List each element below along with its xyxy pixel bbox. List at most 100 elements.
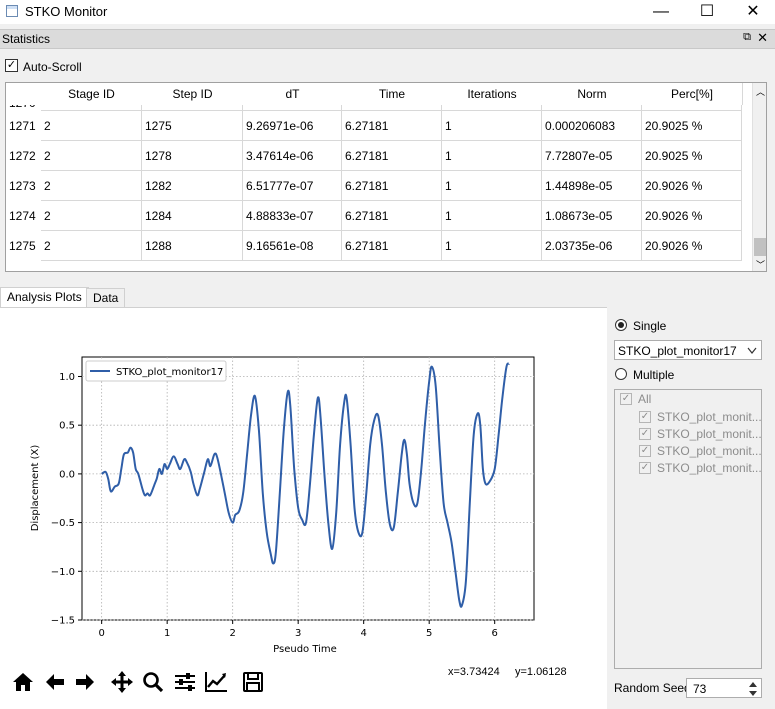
table-cell[interactable]: 0.000206083	[542, 111, 642, 141]
table-cell[interactable]: 2	[41, 141, 142, 171]
table-cell[interactable]: 2	[41, 171, 142, 201]
column-header[interactable]: Norm	[542, 83, 643, 105]
statistics-dock-header: Statistics ⧉ ✕	[0, 29, 775, 49]
forward-arrow-icon[interactable]	[72, 670, 98, 694]
edit-axis-icon[interactable]	[203, 670, 229, 694]
table-cell[interactable]: 9.26971e-06	[243, 111, 342, 141]
x-tick-label: 4	[360, 628, 366, 639]
column-header[interactable]: Perc[%]	[642, 83, 743, 105]
table-cell[interactable]: 1	[442, 231, 542, 261]
table-cell[interactable]: 20.9025 %	[642, 141, 742, 171]
row-header: 1272	[9, 149, 36, 163]
plot-item-checkbox[interactable]: ✓	[639, 411, 651, 423]
maximize-button[interactable]: ☐	[684, 0, 730, 24]
y-axis-label: Displacement (X)	[30, 445, 41, 532]
plot-item-checkbox[interactable]: ✓	[639, 428, 651, 440]
table-cell[interactable]: 20.9025 %	[642, 111, 742, 141]
autoscroll-checkbox[interactable]: ✓	[5, 59, 18, 72]
table-cell[interactable]: 1275	[142, 111, 243, 141]
table-cell[interactable]: 1	[442, 201, 542, 231]
plot-item-checkbox[interactable]: ✓	[639, 445, 651, 457]
row-header: 1274	[9, 209, 36, 223]
table-cell[interactable]: 6.27181	[342, 201, 442, 231]
table-cell[interactable]: 2	[41, 201, 142, 231]
table-cell[interactable]: 20.9026 %	[642, 231, 742, 261]
table-cell[interactable]: 20.9026 %	[642, 171, 742, 201]
table-cell[interactable]: 1.44898e-05	[542, 171, 642, 201]
table-cell[interactable]: 6.27181	[342, 231, 442, 261]
column-header[interactable]: Step ID	[142, 83, 244, 105]
tab-data[interactable]: Data	[86, 288, 126, 308]
table-cell[interactable]: 7.72807e-05	[542, 141, 642, 171]
plot-item-label: STKO_plot_monit...	[657, 461, 762, 475]
home-icon[interactable]	[10, 670, 36, 694]
table-cell[interactable]: 6.27181	[342, 111, 442, 141]
tab-analysis-plots[interactable]: Analysis Plots	[0, 287, 89, 308]
column-header[interactable]: dT	[243, 83, 343, 105]
single-plot-dropdown-value: STKO_plot_monitor17	[618, 344, 737, 358]
table-cell[interactable]: 3.47614e-06	[243, 141, 342, 171]
y-tick-label: 0.0	[59, 469, 75, 480]
table-vertical-scrollbar[interactable]: ︿ ﹀	[752, 83, 766, 271]
multiple-radio[interactable]	[615, 368, 627, 380]
single-radio[interactable]	[615, 319, 627, 331]
y-tick-label: −1.0	[51, 567, 75, 578]
column-header[interactable]: Time	[342, 83, 443, 105]
all-checkbox[interactable]: ✓	[620, 393, 632, 405]
dock-close-icon[interactable]: ✕	[757, 30, 768, 46]
table-cell[interactable]: 1284	[142, 201, 243, 231]
table-cell[interactable]: 6.51777e-07	[243, 171, 342, 201]
table-cell[interactable]: 1288	[142, 231, 243, 261]
x-tick-label: 2	[229, 628, 235, 639]
scroll-down-arrow-icon[interactable]: ﹀	[756, 258, 765, 271]
scroll-up-arrow-icon[interactable]: ︿	[756, 85, 765, 98]
table-cell[interactable]: 20.9026 %	[642, 201, 742, 231]
table-cell[interactable]: 9.16561e-08	[243, 231, 342, 261]
table-cell[interactable]: 1278	[142, 141, 243, 171]
pan-move-icon[interactable]	[109, 670, 135, 694]
y-tick-label: −0.5	[51, 518, 75, 529]
table-cell[interactable]: 1282	[142, 171, 243, 201]
table-cell[interactable]: 2.03735e-06	[542, 231, 642, 261]
window-title-bar[interactable]: STKO Monitor — ☐ ✕	[0, 0, 775, 24]
cursor-x-readout: x=3.73424	[448, 666, 500, 678]
y-tick-label: 0.5	[59, 421, 75, 432]
table-cell[interactable]: 1	[442, 111, 542, 141]
table-cell[interactable]: 2	[41, 231, 142, 261]
column-header[interactable]: Iterations	[442, 83, 543, 105]
multiple-plot-list[interactable]: ✓ All ✓ STKO_plot_monit... ✓ STKO_plot_moni…	[614, 389, 762, 669]
table-cell[interactable]: 1	[442, 141, 542, 171]
row-header: 1275	[9, 239, 36, 253]
back-arrow-icon[interactable]	[42, 670, 68, 694]
spinbox-arrows-icon[interactable]	[747, 681, 759, 697]
column-header[interactable]: Stage ID	[41, 83, 143, 105]
dock-title: Statistics	[2, 32, 51, 46]
configure-subplots-icon[interactable]	[172, 670, 198, 694]
table-cell[interactable]: 1	[442, 171, 542, 201]
save-icon[interactable]	[240, 670, 266, 694]
table-cell[interactable]: 6.27181	[342, 141, 442, 171]
x-tick-label: 0	[98, 628, 104, 639]
row-header: 1271	[9, 119, 36, 133]
plot-item-label: STKO_plot_monit...	[657, 427, 762, 441]
table-cell[interactable]: 1.08673e-05	[542, 201, 642, 231]
random-seed-spinbox[interactable]: 73	[686, 678, 762, 698]
cursor-coordinates: x=3.73424 y=1.06128	[448, 666, 567, 678]
cursor-y-readout: y=1.06128	[514, 666, 567, 678]
table-cell[interactable]: 6.27181	[342, 171, 442, 201]
y-tick-label: −1.5	[51, 616, 75, 627]
table-cell[interactable]: 4.88833e-07	[243, 201, 342, 231]
window-title: STKO Monitor	[25, 4, 108, 19]
dock-float-icon[interactable]: ⧉	[743, 31, 751, 44]
plot-item-checkbox[interactable]: ✓	[639, 462, 651, 474]
table-cell[interactable]: 2	[41, 111, 142, 141]
close-window-button[interactable]: ✕	[730, 0, 775, 24]
row-header: 1273	[9, 179, 36, 193]
scrollbar-thumb[interactable]	[754, 238, 766, 256]
minimize-button[interactable]: —	[638, 0, 684, 24]
x-tick-label: 5	[426, 628, 432, 639]
single-plot-dropdown[interactable]: STKO_plot_monitor17	[614, 340, 762, 360]
zoom-magnifier-icon[interactable]	[140, 670, 166, 694]
displacement-chart[interactable]: 0 1 2 3 4 5 6 1.0 0.5 0.0 −0.5 −1.0 −1.5 STKO_plot_m…	[0, 307, 607, 667]
statistics-table[interactable]: Stage ID Step ID dT Time Iterations Norm Perc[…	[5, 82, 767, 272]
